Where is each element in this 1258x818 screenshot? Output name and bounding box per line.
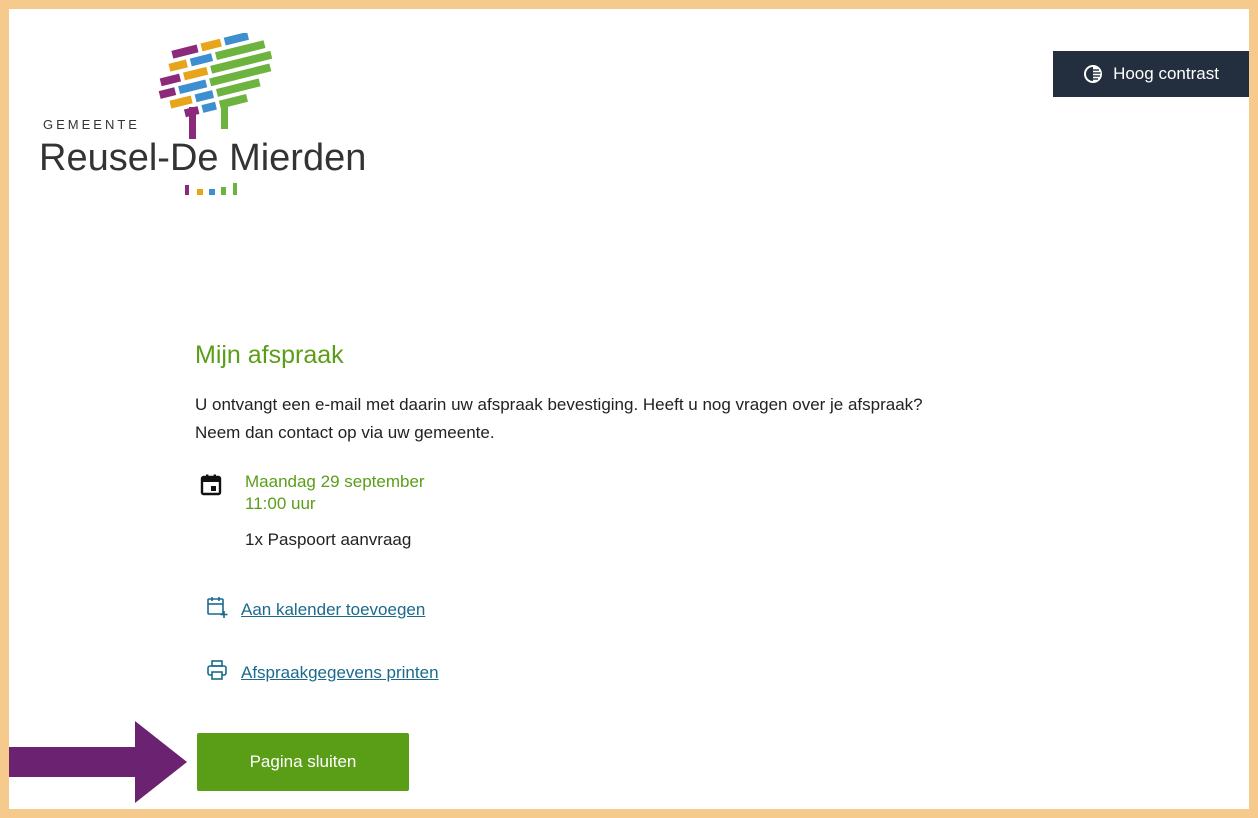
add-to-calendar-link[interactable]: Aan kalender toevoegen [241,600,425,620]
appointment-service: 1x Paspoort aanvraag [245,530,412,549]
page-frame: GEMEENTE Reusel-De Mierden Hoog contrast… [9,9,1249,809]
appointment-time: 11:00 uur [245,494,316,513]
logo-gemeente-text: GEMEENTE [43,117,140,132]
appointment-details: Maandag 29 september 11:00 uur 1x Paspoo… [195,471,1155,551]
purple-arrow-annotation [9,721,187,803]
print-appointment-link[interactable]: Afspraakgegevens printen [241,663,439,683]
printer-icon [205,658,229,687]
high-contrast-label: Hoog contrast [1113,64,1219,83]
contrast-icon [1083,64,1103,84]
confirmation-text: U ontvangt een e-mail met daarin uw afsp… [195,391,1155,447]
calendar-add-icon [205,595,229,624]
confirmation-text-line2: Neem dan contact op via uw gemeente. [195,423,495,442]
page-title: Mijn afspraak [195,341,344,369]
municipality-logo[interactable]: GEMEENTE Reusel-De Mierden [37,33,397,203]
confirmation-text-line1: U ontvangt een e-mail met daarin uw afsp… [195,395,923,414]
logo-municipality-name: Reusel-De Mierden [39,137,367,179]
high-contrast-button[interactable]: Hoog contrast [1053,51,1249,97]
calendar-icon [199,473,223,502]
close-page-button[interactable]: Pagina sluiten [197,733,409,791]
appointment-date: Maandag 29 september [245,472,425,491]
print-row: Afspraakgegevens printen [205,658,1155,687]
appointment-content: Mijn afspraak U ontvangt een e-mail met … [195,339,1155,687]
add-to-calendar-row: Aan kalender toevoegen [205,595,1155,624]
